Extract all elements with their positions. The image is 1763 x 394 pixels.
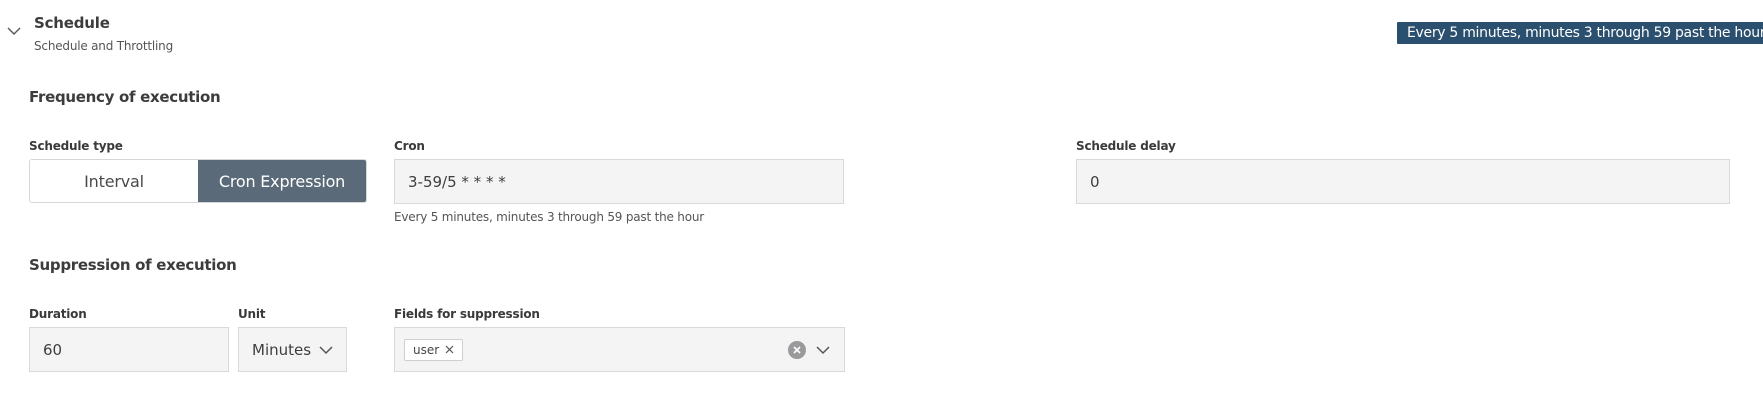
unit-select[interactable]: Minutes	[238, 327, 347, 372]
schedule-type-toggle: Interval Cron Expression	[29, 159, 367, 203]
schedule-type-interval-button[interactable]: Interval	[30, 160, 198, 202]
tag-user: user	[404, 338, 464, 361]
cron-input-value: 3-59/5 * * * *	[408, 172, 506, 191]
unit-label: Unit	[238, 307, 266, 321]
frequency-section-title: Frequency of execution	[29, 88, 221, 106]
fields-suppression-select[interactable]: user	[394, 327, 845, 372]
schedule-delay-input[interactable]: 0	[1076, 159, 1730, 204]
schedule-delay-value: 0	[1090, 172, 1100, 191]
unit-value: Minutes	[252, 340, 312, 359]
schedule-type-label: Schedule type	[29, 139, 123, 153]
section-subtitle: Schedule and Throttling	[34, 39, 173, 53]
duration-label: Duration	[29, 307, 87, 321]
suppression-section-title: Suppression of execution	[29, 256, 237, 274]
duration-value: 60	[43, 340, 63, 359]
schedule-delay-label: Schedule delay	[1076, 139, 1176, 153]
close-icon[interactable]	[445, 345, 454, 354]
chevron-down-icon[interactable]	[6, 24, 22, 38]
chevron-down-icon	[319, 345, 333, 354]
schedule-type-cron-button[interactable]: Cron Expression	[198, 160, 366, 202]
schedule-summary-badge: Every 5 minutes, minutes 3 through 59 pa…	[1397, 22, 1763, 44]
cron-hint: Every 5 minutes, minutes 3 through 59 pa…	[394, 210, 704, 224]
cron-label: Cron	[394, 139, 425, 153]
cron-input[interactable]: 3-59/5 * * * *	[394, 159, 844, 204]
duration-input[interactable]: 60	[29, 327, 229, 372]
chevron-down-icon[interactable]	[816, 345, 830, 355]
fields-suppression-label: Fields for suppression	[394, 307, 540, 321]
clear-circle-icon[interactable]	[788, 340, 806, 359]
tag-label: user	[413, 342, 440, 357]
section-title-schedule: Schedule	[34, 14, 110, 32]
